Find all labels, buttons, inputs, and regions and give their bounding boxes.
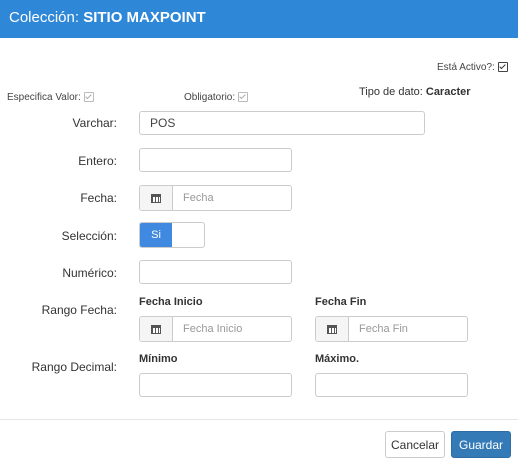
especifica-label: Especifica Valor: xyxy=(7,92,81,103)
fecha-fin-addon[interactable] xyxy=(316,317,349,341)
fecha-fin-group[interactable]: Fecha Fin xyxy=(315,316,468,342)
especifica-checkbox[interactable] xyxy=(83,92,94,103)
calendar-icon xyxy=(151,324,161,334)
toggle-on-label[interactable]: Si xyxy=(140,223,172,247)
fecha-inicio-group[interactable]: Fecha Inicio xyxy=(139,316,292,342)
rango-fecha-label: Rango Fecha: xyxy=(41,303,117,317)
fecha-fin-placeholder[interactable]: Fecha Fin xyxy=(349,317,467,341)
seleccion-toggle[interactable]: Si xyxy=(139,222,205,248)
maximo-input[interactable] xyxy=(315,373,468,397)
entero-input[interactable] xyxy=(139,148,292,172)
seleccion-label: Selección: xyxy=(61,229,117,243)
collection-prefix: Colección: xyxy=(9,9,80,26)
fecha-inicio-title: Fecha Inicio xyxy=(139,296,203,308)
modal-header: Colección: SITIO MAXPOINT xyxy=(0,0,518,38)
collection-name: SITIO MAXPOINT xyxy=(83,9,206,26)
minimo-title: Mínimo xyxy=(139,353,178,365)
activo-row: Está Activo?: xyxy=(437,62,508,73)
cancel-button[interactable]: Cancelar xyxy=(385,431,445,458)
tipo-label: Tipo de dato: xyxy=(359,86,423,98)
fecha-inicio-placeholder[interactable]: Fecha Inicio xyxy=(173,317,291,341)
varchar-label: Varchar: xyxy=(72,116,117,130)
footer-divider xyxy=(0,419,518,420)
tipo-value: Caracter xyxy=(425,86,471,98)
minimo-input[interactable] xyxy=(139,373,292,397)
fecha-placeholder[interactable]: Fecha xyxy=(173,186,291,210)
save-button[interactable]: Guardar xyxy=(451,431,511,458)
numerico-input[interactable] xyxy=(139,260,292,284)
numerico-label: Numérico: xyxy=(62,266,117,280)
fecha-fin-title: Fecha Fin xyxy=(315,296,367,308)
maximo-title: Máximo. xyxy=(315,353,360,365)
varchar-input[interactable] xyxy=(139,111,425,135)
entero-label: Entero: xyxy=(78,154,117,168)
calendar-icon xyxy=(327,324,337,334)
rango-decimal-label: Rango Decimal: xyxy=(31,360,117,374)
especifica-row: Especifica Valor: xyxy=(7,92,94,103)
obligatorio-row: Obligatorio: xyxy=(184,92,248,103)
fecha-input-group[interactable]: Fecha xyxy=(139,185,292,211)
activo-checkbox[interactable] xyxy=(497,62,508,73)
obligatorio-checkbox[interactable] xyxy=(237,92,248,103)
modal-title: Colección: SITIO MAXPOINT xyxy=(9,9,206,26)
calendar-icon xyxy=(151,193,161,203)
tipo-dato: Tipo de dato: Caracter xyxy=(359,86,471,98)
fecha-inicio-addon[interactable] xyxy=(140,317,173,341)
fecha-label: Fecha: xyxy=(80,191,117,205)
fecha-addon[interactable] xyxy=(140,186,173,210)
obligatorio-label: Obligatorio: xyxy=(184,92,236,103)
activo-label: Está Activo?: xyxy=(437,62,495,73)
